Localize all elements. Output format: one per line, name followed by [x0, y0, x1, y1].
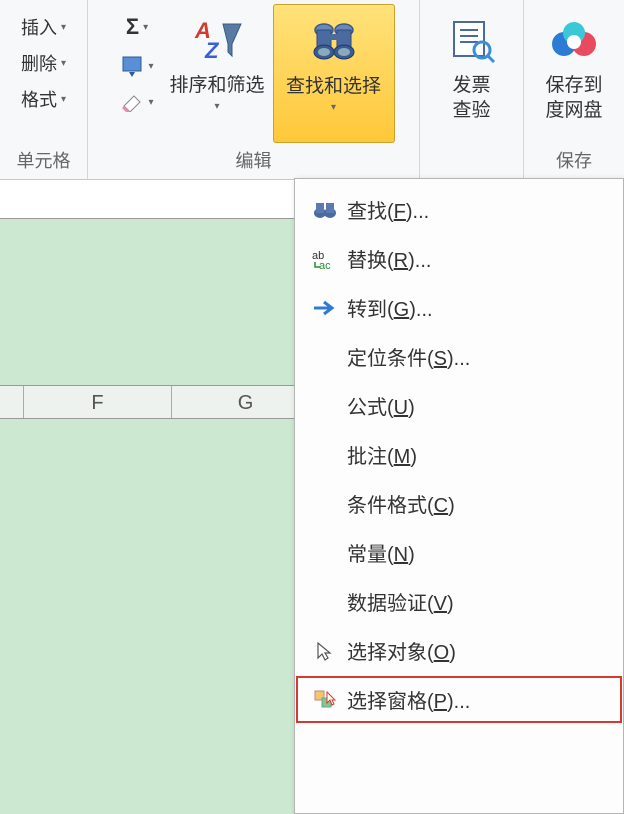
menu-select-objects[interactable]: 选择对象(O) [295, 626, 623, 675]
menu-goto[interactable]: 转到(G)... [295, 283, 623, 332]
save-to-cloud-button[interactable]: 保存到 度网盘 [537, 4, 610, 143]
chevron-down-icon: ▾ [61, 94, 66, 105]
editing-group-label: 编辑 [90, 143, 417, 179]
invoice-group-label [422, 148, 521, 179]
menu-data-validation[interactable]: 数据验证(V) [295, 577, 623, 626]
cursor-icon [303, 640, 347, 662]
menu-replace[interactable]: abac 替换(R)... [295, 234, 623, 283]
sort-filter-button[interactable]: A Z 排序和筛选 ▾ [162, 4, 273, 143]
format-button[interactable]: 格式 ▾ [19, 84, 68, 114]
menu-comments[interactable]: 批注(M) [295, 430, 623, 479]
chevron-down-icon: ▾ [148, 61, 153, 72]
eraser-icon [120, 92, 144, 112]
menu-select-objects-label: 选择对象(O) [347, 636, 615, 665]
cells-group: 插入 ▾ 删除 ▾ 格式 ▾ 单元格 [0, 0, 88, 179]
insert-button[interactable]: 插入 ▾ [19, 12, 68, 42]
invoice-label: 发票 查验 [452, 74, 490, 123]
chevron-down-icon: ▾ [331, 102, 336, 113]
menu-comments-label: 批注(M) [347, 440, 615, 469]
sort-filter-icon: A Z [191, 16, 243, 64]
format-label: 格式 [21, 86, 57, 112]
delete-label: 删除 [21, 50, 57, 76]
svg-text:Z: Z [204, 38, 220, 63]
sort-filter-label: 排序和筛选 [170, 74, 265, 99]
save-cloud-group: 保存到 度网盘 保存 [524, 0, 624, 179]
clear-button[interactable]: ▾ [118, 90, 155, 114]
menu-find[interactable]: 查找(F)... [295, 185, 623, 234]
save-group-label: 保存 [526, 143, 622, 179]
arrow-right-icon [303, 298, 347, 318]
chevron-down-icon: ▾ [61, 58, 66, 69]
chevron-down-icon: ▾ [148, 97, 153, 108]
column-header-f[interactable]: F [24, 386, 172, 418]
menu-selection-pane-label: 选择窗格(P)... [347, 685, 615, 714]
menu-conditional-formatting[interactable]: 条件格式(C) [295, 479, 623, 528]
chevron-down-icon: ▾ [61, 22, 66, 33]
sigma-icon: Σ [126, 14, 139, 40]
menu-constants[interactable]: 常量(N) [295, 528, 623, 577]
menu-find-label: 查找(F)... [347, 195, 615, 224]
menu-constants-label: 常量(N) [347, 538, 615, 567]
selection-pane-icon [303, 689, 347, 711]
invoice-search-icon [448, 16, 496, 64]
invoice-group: 发票 查验 [420, 0, 524, 179]
insert-label: 插入 [21, 14, 57, 40]
autosum-button[interactable]: Σ ▾ [124, 12, 150, 42]
chevron-down-icon: ▾ [143, 22, 148, 33]
menu-cond-fmt-label: 条件格式(C) [347, 489, 615, 518]
menu-data-valid-label: 数据验证(V) [347, 587, 615, 616]
menu-selection-pane[interactable]: 选择窗格(P)... [295, 675, 623, 724]
save-cloud-label: 保存到 度网盘 [545, 74, 602, 123]
row-header-corner[interactable] [0, 386, 24, 418]
chevron-down-icon: ▾ [214, 101, 219, 112]
fill-button[interactable]: ▾ [118, 52, 155, 80]
menu-formulas-label: 公式(U) [347, 391, 615, 420]
fill-down-icon [120, 54, 144, 78]
find-select-button[interactable]: 查找和选择 ▾ [273, 4, 395, 143]
menu-goto-special[interactable]: 定位条件(S)... [295, 332, 623, 381]
menu-formulas[interactable]: 公式(U) [295, 381, 623, 430]
menu-replace-label: 替换(R)... [347, 244, 615, 273]
binoculars-small-icon [303, 199, 347, 221]
delete-button[interactable]: 删除 ▾ [19, 48, 68, 78]
menu-goto-special-label: 定位条件(S)... [347, 342, 615, 371]
cells-group-label: 单元格 [2, 143, 85, 179]
replace-icon: abac [303, 248, 347, 270]
cloud-icon [549, 18, 599, 62]
menu-goto-label: 转到(G)... [347, 293, 615, 322]
binoculars-icon [306, 16, 362, 66]
find-select-label: 查找和选择 [286, 75, 381, 100]
editing-group: Σ ▾ ▾ ▾ [88, 0, 420, 179]
svg-text:ac: ac [319, 260, 331, 270]
find-select-dropdown: 查找(F)... abac 替换(R)... 转到(G)... 定位条件(S).… [294, 178, 624, 814]
invoice-verify-button[interactable]: 发票 查验 [440, 4, 504, 148]
ribbon: 插入 ▾ 删除 ▾ 格式 ▾ 单元格 Σ ▾ [0, 0, 624, 180]
